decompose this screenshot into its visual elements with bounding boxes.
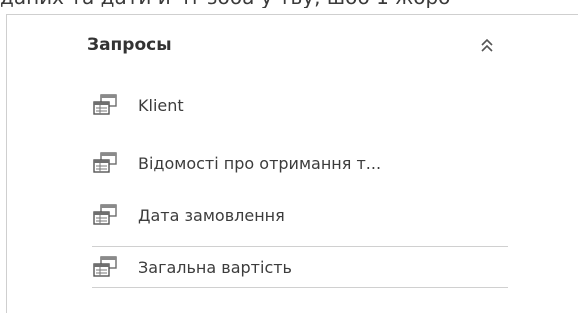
group-title: Запросы [87, 35, 172, 55]
list-item-label: Дата замовлення [138, 205, 285, 225]
query-icon [93, 152, 117, 173]
query-icon [93, 256, 117, 277]
double-chevron-up-icon[interactable] [477, 34, 497, 56]
list-item-label: Klient [138, 95, 184, 115]
query-icon [93, 94, 117, 115]
page-caption-fragment: даних та дати й чт зоба у тьу, шоб 1 жор… [0, 0, 578, 8]
list-item-data-zamovlennia[interactable]: Дата замовлення [92, 194, 508, 236]
queries-group-header[interactable]: Запросы [87, 30, 497, 60]
list-item-vidomosti[interactable]: Відомості про отримання т... [92, 142, 508, 184]
list-item-klient[interactable]: Klient [92, 84, 508, 126]
list-item-label: Відомості про отримання т... [138, 153, 382, 173]
query-icon [93, 204, 117, 225]
list-item-zahalna-vartist[interactable]: Загальна вартість [92, 246, 508, 288]
list-item-label: Загальна вартість [138, 257, 292, 277]
